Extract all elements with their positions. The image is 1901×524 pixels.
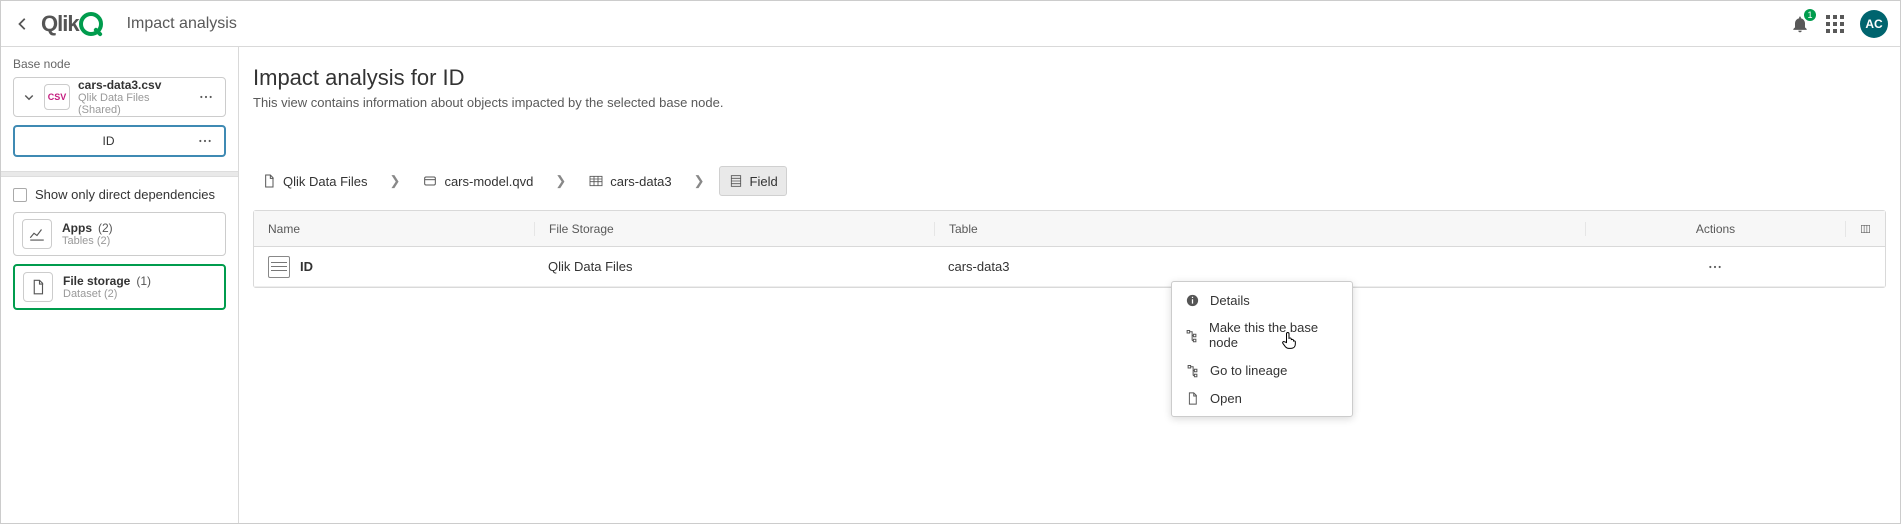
child-node-card[interactable]: ID xyxy=(13,125,226,157)
ctx-item-go-to-lineage[interactable]: Go to lineage xyxy=(1172,356,1352,384)
csv-file-icon: CSV xyxy=(44,84,70,110)
top-header: Qlik Impact analysis 1 AC xyxy=(1,1,1900,47)
main-content: Impact analysis for ID This view contain… xyxy=(239,47,1900,523)
ctx-item-details[interactable]: Details xyxy=(1172,286,1352,314)
file-icon xyxy=(23,272,53,302)
tree-icon xyxy=(1184,362,1200,378)
child-node-label: ID xyxy=(23,134,194,148)
base-node-card[interactable]: CSV cars-data3.csv Qlik Data Files (Shar… xyxy=(13,77,226,117)
file-icon xyxy=(1184,390,1200,406)
col-header-actions: Actions xyxy=(1585,222,1845,236)
category-subtitle: Tables (2) xyxy=(62,235,113,247)
chevron-right-icon: ❯ xyxy=(555,173,566,189)
page-title: Impact analysis xyxy=(127,15,237,33)
back-button[interactable] xyxy=(13,14,33,34)
crumb-cars-data3[interactable]: cars-data3 xyxy=(580,167,679,195)
child-node-more-button[interactable] xyxy=(194,130,216,152)
actions-context-menu: Details Make this the base node Go to li… xyxy=(1171,281,1353,417)
breadcrumb: Qlik Data Files ❯ cars-model.qvd ❯ cars-… xyxy=(253,160,1886,202)
sidebar-section-label: Base node xyxy=(13,57,226,71)
base-node-more-button[interactable] xyxy=(195,86,217,108)
category-title: File storage xyxy=(63,274,130,288)
base-node-title: cars-data3.csv xyxy=(78,78,187,92)
ctx-item-label: Make this the base node xyxy=(1209,320,1340,350)
ctx-item-make-base-node[interactable]: Make this the base node xyxy=(1172,314,1352,356)
col-header-storage[interactable]: File Storage xyxy=(534,222,934,236)
impact-table: Name File Storage Table Actions ID Qlik … xyxy=(253,210,1886,288)
table-row[interactable]: ID Qlik Data Files cars-data3 xyxy=(254,247,1885,287)
main-subtitle: This view contains information about obj… xyxy=(253,95,1886,110)
app-launcher-icon[interactable] xyxy=(1826,15,1844,33)
ctx-item-open[interactable]: Open xyxy=(1172,384,1352,412)
notifications-button[interactable]: 1 xyxy=(1790,14,1810,34)
qlik-logo-icon xyxy=(79,12,103,36)
col-header-table[interactable]: Table xyxy=(934,222,1585,236)
category-title: Apps xyxy=(62,221,92,235)
checkbox-icon xyxy=(13,188,27,202)
category-file-storage[interactable]: File storage (1) Dataset (2) xyxy=(13,264,226,310)
field-icon xyxy=(268,256,290,278)
row-actions-button[interactable] xyxy=(1704,256,1726,278)
ctx-item-label: Go to lineage xyxy=(1210,363,1287,378)
category-count: (2) xyxy=(98,221,113,235)
chevron-right-icon: ❯ xyxy=(694,173,705,189)
user-avatar[interactable]: AC xyxy=(1860,10,1888,38)
crumb-label: cars-data3 xyxy=(610,174,671,189)
qlik-logo[interactable]: Qlik xyxy=(41,11,103,37)
chevron-right-icon: ❯ xyxy=(390,173,401,189)
qlik-logo-text: Qlik xyxy=(41,11,79,37)
cell-table: cars-data3 xyxy=(934,259,1585,274)
crumb-label: Field xyxy=(750,174,778,189)
notification-badge: 1 xyxy=(1804,9,1816,21)
crumb-label: Qlik Data Files xyxy=(283,174,368,189)
cell-name: ID xyxy=(300,259,313,274)
chevron-down-icon[interactable] xyxy=(22,90,36,104)
crumb-cars-model-qvd[interactable]: cars-model.qvd xyxy=(414,167,541,195)
ctx-item-label: Open xyxy=(1210,391,1242,406)
table-column-settings-button[interactable] xyxy=(1845,221,1885,237)
main-heading: Impact analysis for ID xyxy=(253,65,1886,91)
direct-dependencies-checkbox[interactable]: Show only direct dependencies xyxy=(13,187,226,202)
col-header-name[interactable]: Name xyxy=(254,222,534,236)
base-node-subtitle: Qlik Data Files (Shared) xyxy=(78,92,187,116)
cell-storage: Qlik Data Files xyxy=(534,259,934,274)
info-icon xyxy=(1184,292,1200,308)
table-header: Name File Storage Table Actions xyxy=(254,211,1885,247)
category-count: (1) xyxy=(136,274,151,288)
ctx-item-label: Details xyxy=(1210,293,1250,308)
crumb-field[interactable]: Field xyxy=(719,166,787,196)
crumb-qlik-data-files[interactable]: Qlik Data Files xyxy=(253,167,376,195)
chart-icon xyxy=(22,219,52,249)
sidebar: Base node CSV cars-data3.csv Qlik Data F… xyxy=(1,47,239,523)
checkbox-label: Show only direct dependencies xyxy=(35,187,215,202)
crumb-label: cars-model.qvd xyxy=(444,174,533,189)
category-apps[interactable]: Apps (2) Tables (2) xyxy=(13,212,226,256)
category-subtitle: Dataset (2) xyxy=(63,288,151,300)
tree-icon xyxy=(1184,327,1199,343)
